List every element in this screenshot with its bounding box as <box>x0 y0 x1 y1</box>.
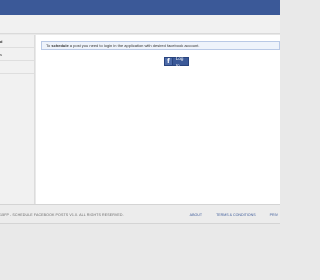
top-navbar <box>0 0 280 15</box>
login-button-label: Log In <box>175 55 184 68</box>
footer-link-about[interactable]: ABOUT <box>190 213 202 217</box>
notice-bold: schedule <box>51 43 69 48</box>
footer-link-terms[interactable]: TERMS & CONDITIONS <box>216 213 256 217</box>
sidebar-item-dashboard[interactable]: d <box>0 35 34 48</box>
footer-links: ABOUT TERMS & CONDITIONS PRIV <box>176 213 278 217</box>
facebook-login-button[interactable]: f Log In <box>164 55 189 68</box>
copyright-text: 15FP - SCHEDULE FACEBOOK POSTS V1.0. ALL… <box>0 213 124 217</box>
notice-suffix: a post you need to login in the applicat… <box>68 43 200 48</box>
sidebar-item-posts[interactable]: s <box>0 48 34 61</box>
secondary-header <box>0 15 280 34</box>
footer: 15FP - SCHEDULE FACEBOOK POSTS V1.0. ALL… <box>0 204 280 224</box>
footer-link-privacy[interactable]: PRIV <box>270 213 278 217</box>
sidebar-item-blank <box>0 61 34 74</box>
main-content: To schedule a post you need to login in … <box>36 35 280 204</box>
facebook-icon: f <box>165 58 173 65</box>
sidebar: d s <box>0 35 35 204</box>
login-notice: To schedule a post you need to login in … <box>41 41 280 50</box>
